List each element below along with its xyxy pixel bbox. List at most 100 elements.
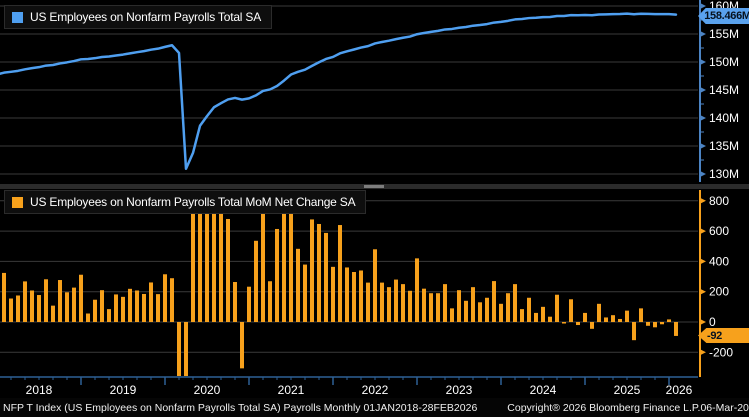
bar[interactable] [184,322,188,376]
bar[interactable] [23,281,27,322]
bar[interactable] [415,258,419,322]
bar[interactable] [359,270,363,322]
bar[interactable] [93,299,97,322]
bar[interactable] [345,267,349,322]
bar[interactable] [401,284,405,322]
bar[interactable] [247,286,251,322]
bar[interactable] [646,322,650,326]
bar[interactable] [324,232,328,322]
bar[interactable] [331,266,335,322]
bar[interactable] [576,322,580,326]
bar[interactable] [548,316,552,322]
bar[interactable] [618,318,622,322]
bar[interactable] [478,302,482,322]
bar[interactable] [219,213,223,322]
bar[interactable] [653,322,657,328]
bar[interactable] [261,203,265,322]
bar[interactable] [611,315,615,322]
bottom-panel-legend[interactable]: US Employees on Nonfarm Payrolls Total M… [4,190,367,214]
bar[interactable] [177,322,181,376]
top-panel-value-axis[interactable]: 160M155M150M145M140M135M130M [699,0,739,182]
bar[interactable] [562,322,566,324]
bar[interactable] [429,293,433,322]
bar[interactable] [506,293,510,322]
bar[interactable] [555,294,559,322]
bar[interactable] [16,295,20,322]
bar[interactable] [268,281,272,322]
bar[interactable] [65,292,69,322]
bar[interactable] [632,322,636,341]
bar[interactable] [275,228,279,322]
bar[interactable] [2,272,6,322]
bar[interactable] [394,279,398,322]
bar[interactable] [436,293,440,322]
bar[interactable] [373,249,377,322]
bar[interactable] [296,248,300,322]
bar[interactable] [303,264,307,322]
bar[interactable] [492,281,496,322]
axis-tick-label: 400 [709,254,729,268]
bar[interactable] [44,279,48,322]
bar[interactable] [513,284,517,322]
bar[interactable] [135,290,139,322]
bar[interactable] [534,312,538,322]
bar[interactable] [464,300,468,322]
bar[interactable] [142,293,146,322]
bar[interactable] [128,288,132,322]
bar[interactable] [527,297,531,322]
bar[interactable] [58,280,62,322]
bar[interactable] [156,294,160,322]
bar[interactable] [79,274,83,322]
bar[interactable] [604,317,608,322]
bar[interactable] [639,308,643,322]
bar[interactable] [317,223,321,322]
bar[interactable] [163,274,167,322]
bar[interactable] [72,287,76,322]
bar[interactable] [583,312,587,322]
bottom-panel-value-axis[interactable]: 800 600 400 200 0 -200 [699,190,733,377]
bar[interactable] [520,309,524,322]
bar[interactable] [471,287,475,322]
bar[interactable] [408,290,412,322]
bar[interactable] [443,284,447,322]
panel-splitter-handle[interactable] [364,185,384,188]
bar[interactable] [667,319,671,322]
bar[interactable] [499,303,503,322]
bar[interactable] [107,309,111,322]
bar[interactable] [114,294,118,322]
bar[interactable] [240,322,244,369]
bar[interactable] [86,313,90,322]
payrolls-level-line[interactable] [0,12,678,171]
bar[interactable] [30,290,34,322]
bar[interactable] [387,287,391,322]
bar[interactable] [485,297,489,322]
bar[interactable] [660,322,664,325]
bar[interactable] [121,296,125,322]
bar[interactable] [226,218,230,322]
time-axis[interactable]: 2018 2019 2020 2021 2022 2023 2024 2025 2026 [0,376,698,397]
bar[interactable] [100,290,104,322]
bar[interactable] [569,299,573,322]
bar[interactable] [625,310,629,322]
top-panel-legend[interactable]: US Employees on Nonfarm Payrolls Total S… [4,5,273,29]
bar[interactable] [149,282,153,322]
bar[interactable] [674,322,678,336]
bar[interactable] [590,322,594,329]
bar[interactable] [338,225,342,322]
bar[interactable] [310,219,314,322]
bar[interactable] [51,305,55,322]
bar[interactable] [450,308,454,322]
bar[interactable] [9,298,13,322]
bar[interactable] [457,290,461,322]
bar[interactable] [422,288,426,322]
bar[interactable] [380,282,384,322]
mom-net-change-bars[interactable] [0,190,678,376]
bar[interactable] [37,295,41,322]
bar[interactable] [233,282,237,322]
bar[interactable] [366,282,370,322]
bar[interactable] [170,278,174,322]
bar[interactable] [597,303,601,322]
bar[interactable] [352,272,356,322]
bar[interactable] [254,240,258,322]
bar[interactable] [541,306,545,322]
